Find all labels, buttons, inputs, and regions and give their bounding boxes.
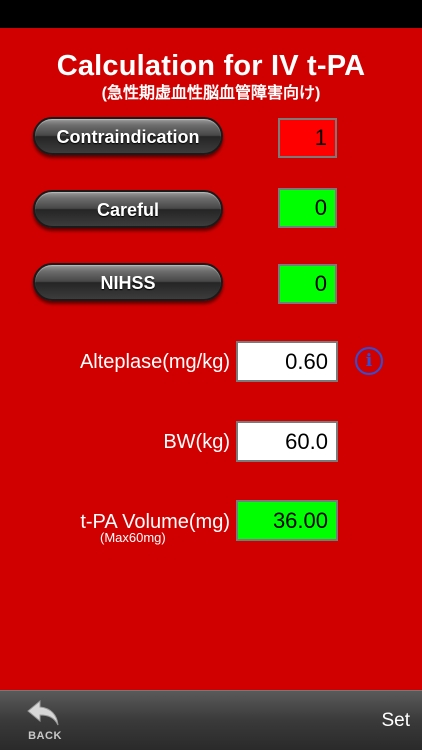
contraindication-button[interactable]: Contraindication (33, 117, 223, 155)
back-button[interactable]: BACK (22, 699, 68, 747)
bw-input[interactable]: 60.0 (236, 421, 338, 462)
bw-label: BW(kg) (163, 431, 230, 453)
set-button[interactable]: Set (381, 710, 410, 732)
careful-button[interactable]: Careful (33, 190, 223, 228)
status-bar (0, 0, 422, 28)
alteplase-input[interactable]: 0.60 (236, 341, 338, 382)
volume-result: 36.00 (236, 500, 338, 541)
alteplase-label: Alteplase(mg/kg) (79, 351, 230, 373)
back-arrow-icon (27, 699, 59, 726)
careful-count: 0 (278, 188, 337, 228)
page-subtitle: (急性期虚血性脳血管障害向け) (101, 85, 321, 102)
back-label: BACK (28, 730, 62, 742)
nihss-button[interactable]: NIHSS (33, 263, 223, 301)
page-title: Calculation for IV t-PA (56, 50, 366, 82)
contraindication-count: 1 (278, 118, 337, 158)
info-icon[interactable]: i (355, 347, 383, 375)
nihss-score: 0 (278, 264, 337, 304)
volume-max-note: (Max60mg) (100, 530, 166, 545)
bottom-toolbar: BACK Set (0, 690, 422, 750)
